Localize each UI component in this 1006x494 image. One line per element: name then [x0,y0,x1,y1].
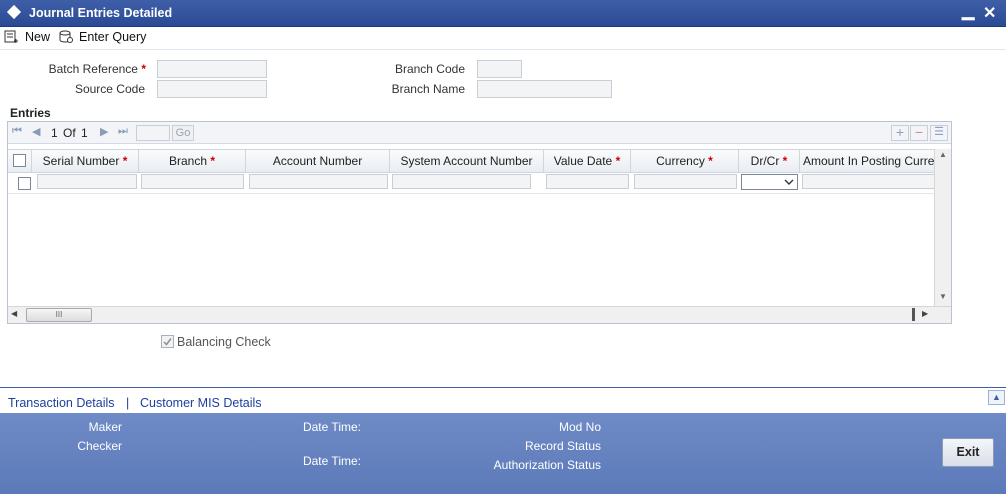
col-account-number: Account Number [246,150,390,172]
maker-date-time-label: Date Time: [302,420,361,434]
new-button[interactable]: New [4,28,50,46]
system-account-number-cell[interactable] [392,174,531,189]
branch-name-input[interactable] [477,80,612,98]
enter-query-label: Enter Query [79,30,147,44]
grid-header: Serial Number * Branch * Account Number … [8,149,934,173]
page-total: 1 [81,126,88,140]
vertical-scrollbar[interactable]: ▲ ▼ [934,149,951,306]
horizontal-scrollbar[interactable]: ◀ III ▶ [8,306,951,323]
col-serial-number: Serial Number * [32,150,139,172]
grid-pager-bar: ⏮ ◀ 1 Of 1 ▶ ⏭ Go + − ☰ [8,122,951,144]
mod-no-label: Mod No [558,420,601,434]
tab-separator: | [126,396,130,410]
col-currency: Currency * [631,150,739,172]
exit-button[interactable]: Exit [942,438,994,467]
go-button[interactable]: Go [172,125,194,141]
prev-page-icon[interactable]: ◀ [32,125,40,138]
single-view-icon[interactable]: ☰ [930,125,948,141]
source-code-label: Source Code [74,82,145,96]
batch-reference-label: Batch Reference * [48,62,146,76]
new-label: New [25,30,51,44]
serial-number-cell[interactable] [37,174,137,189]
enter-query-button[interactable]: Enter Query [58,28,146,46]
scroll-left-icon[interactable]: ◀ [11,309,17,318]
balancing-check-checkbox[interactable] [161,335,174,348]
scroll-down-icon[interactable]: ▼ [939,292,947,301]
row-checkbox[interactable] [18,177,31,190]
transaction-details-link[interactable]: Transaction Details [8,396,115,410]
first-page-icon[interactable]: ⏮ [12,125,22,138]
dr-cr-select[interactable] [741,174,798,190]
scroll-end-marker [912,308,915,321]
add-row-icon[interactable]: + [891,125,909,141]
last-page-icon[interactable]: ⏭ [118,125,128,138]
value-date-cell[interactable] [546,174,629,189]
minimize-icon[interactable]: ▁ [962,1,974,21]
checker-date-time-label: Date Time: [302,454,361,468]
entries-section-title: Entries [10,106,51,120]
next-page-icon[interactable]: ▶ [100,125,108,138]
page-number-input[interactable] [136,125,170,141]
col-amount-posting: Amount In Posting Curre [803,154,934,168]
branch-cell[interactable] [141,174,244,189]
authorization-status-label: Authorization Status [493,458,601,472]
col-system-account-number: System Account Number [390,150,544,172]
customer-mis-details-link[interactable]: Customer MIS Details [140,396,262,410]
page-current: 1 [51,126,58,140]
entries-grid: ⏮ ◀ 1 Of 1 ▶ ⏭ Go + − ☰ Serial Number * … [7,121,952,324]
branch-code-label: Branch Code [394,62,465,76]
balancing-check-label: Balancing Check [177,335,271,349]
delete-row-icon[interactable]: − [910,125,928,141]
app-diamond-icon [6,4,22,20]
col-value-date: Value Date * [544,150,631,172]
branch-code-input[interactable] [477,60,522,78]
currency-cell[interactable] [634,174,737,189]
close-icon[interactable]: ✕ [983,3,996,23]
scroll-thumb[interactable]: III [26,308,92,322]
table-row [8,171,934,194]
checkmark-icon [163,338,172,346]
maker-label: Maker [88,420,122,434]
enter-query-icon [59,30,73,43]
required-marker: * [141,62,146,76]
col-branch: Branch * [139,150,246,172]
window-title: Journal Entries Detailed [29,6,173,20]
branch-name-label: Branch Name [391,82,465,96]
collapse-up-icon[interactable]: ▲ [988,390,1005,405]
record-status-label: Record Status [524,439,601,453]
source-code-input[interactable] [157,80,267,98]
checker-label: Checker [77,439,122,453]
toolbar: New Enter Query [0,27,1006,50]
title-bar: Journal Entries Detailed ▁ ✕ [0,0,1006,27]
select-all-checkbox[interactable] [13,154,26,167]
header-select-all[interactable] [8,150,32,172]
account-number-cell[interactable] [249,174,388,189]
page-of-label: Of [63,126,76,140]
batch-reference-input[interactable] [157,60,267,78]
scroll-right-icon[interactable]: ▶ [922,309,928,318]
amount-posting-cell[interactable] [802,174,934,189]
scroll-up-icon[interactable]: ▲ [939,150,947,159]
col-dr-cr: Dr/Cr * [739,150,800,172]
sub-screen-tabs: Transaction Details | Customer MIS Detai… [0,387,1006,414]
audit-section: Maker Checker Date Time: Date Time: Mod … [0,413,1006,494]
chevron-down-icon [784,179,794,185]
new-icon [4,30,18,43]
